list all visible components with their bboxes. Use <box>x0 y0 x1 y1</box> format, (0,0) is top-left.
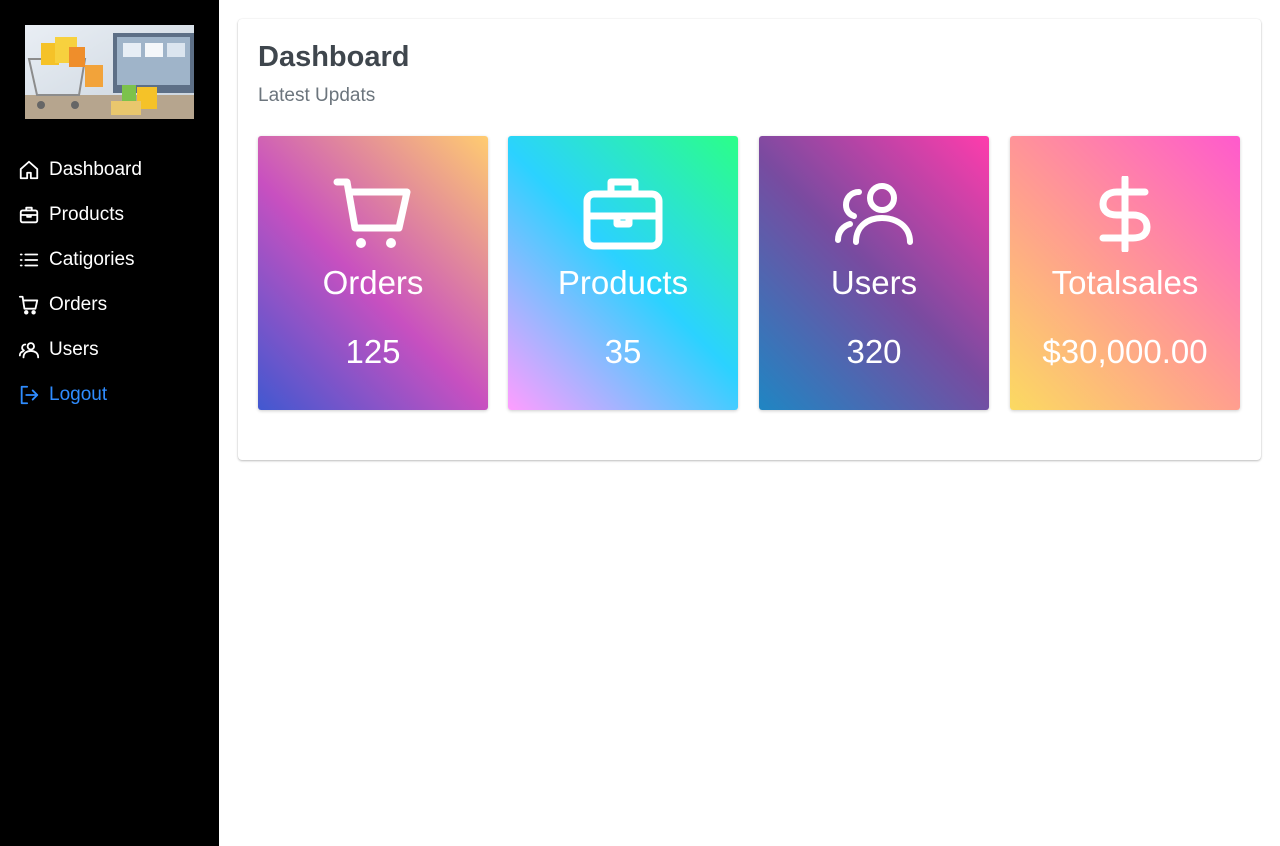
sidebar-item-label: Products <box>49 203 124 225</box>
sidebar-item-users[interactable]: Users <box>0 327 219 372</box>
stat-value: 35 <box>604 333 642 370</box>
sidebar-item-logout[interactable]: Logout <box>0 372 219 417</box>
app: Dashboard Products Catigories Orders Use… <box>0 0 1280 846</box>
stat-label: Totalsales <box>1051 264 1199 301</box>
stat-value: 320 <box>846 333 902 370</box>
logo-image <box>25 25 194 119</box>
page-subtitle: Latest Updats <box>258 85 376 106</box>
page-title: Dashboard <box>258 41 410 73</box>
stat-label: Products <box>557 264 689 301</box>
stat-card-users[interactable]: Users 320 <box>759 136 989 410</box>
stat-label: Users <box>830 264 918 301</box>
sidebar-item-label: Orders <box>49 293 108 315</box>
shopping-cart-photo <box>25 25 194 119</box>
stat-card-totalsales[interactable]: Totalsales $30,000.00 <box>1010 136 1240 410</box>
cart-icon <box>18 294 40 316</box>
house-icon <box>18 159 40 181</box>
stat-card-products[interactable]: Products 35 <box>508 136 738 410</box>
sidebar-item-label: Logout <box>49 383 108 405</box>
cart-icon <box>258 176 488 252</box>
stat-card-orders[interactable]: Orders 125 <box>258 136 488 410</box>
stat-label: Orders <box>322 264 424 301</box>
briefcase-icon <box>18 204 40 226</box>
stat-value: 125 <box>345 333 401 370</box>
sidebar-nav: Dashboard Products Catigories Orders Use… <box>0 147 219 417</box>
sidebar: Dashboard Products Catigories Orders Use… <box>0 0 219 846</box>
sidebar-item-label: Dashboard <box>49 158 142 180</box>
sidebar-item-label: Catigories <box>49 248 135 270</box>
sidebar-item-dashboard[interactable]: Dashboard <box>0 147 219 192</box>
sidebar-item-label: Users <box>49 338 99 360</box>
logout-icon <box>18 384 40 406</box>
stats-cards: Orders 125 Products 35 Users 320 Totalsa… <box>258 136 1241 410</box>
users-icon <box>18 339 40 361</box>
dollar-icon <box>1010 176 1240 252</box>
sidebar-item-categories[interactable]: Catigories <box>0 237 219 282</box>
sidebar-item-products[interactable]: Products <box>0 192 219 237</box>
list-icon <box>18 249 40 271</box>
briefcase-icon <box>508 176 738 252</box>
users-icon <box>759 176 989 252</box>
dashboard-panel: Dashboard Latest Updats Orders 125 Produ… <box>238 19 1261 460</box>
stat-value: $30,000.00 <box>1042 333 1208 370</box>
sidebar-item-orders[interactable]: Orders <box>0 282 219 327</box>
